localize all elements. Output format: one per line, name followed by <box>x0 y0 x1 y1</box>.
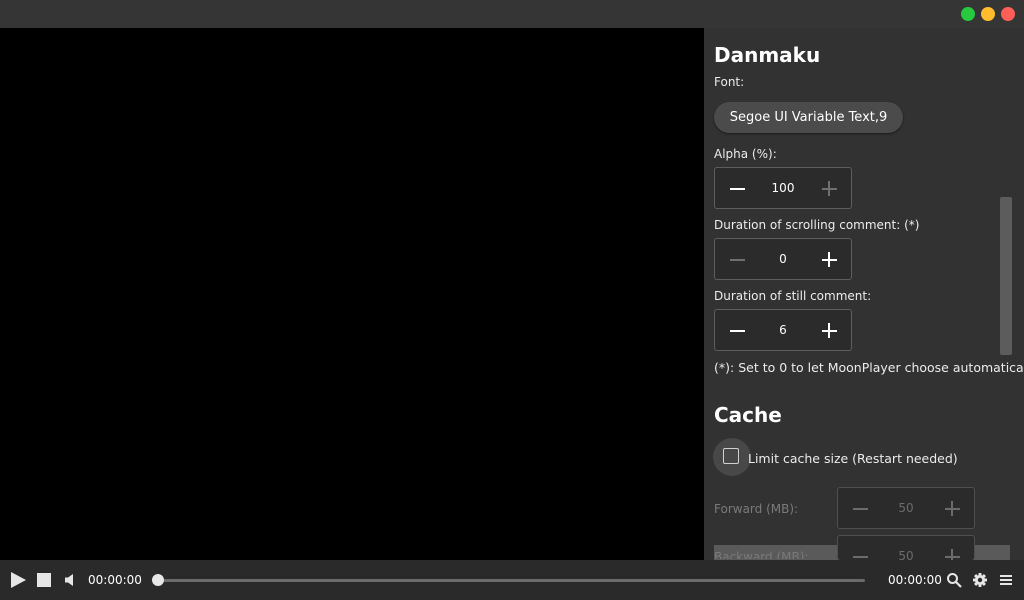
still-increase-button[interactable] <box>809 310 849 350</box>
alpha-increase-button[interactable] <box>809 168 849 208</box>
forward-increase-button[interactable] <box>932 488 972 528</box>
scrolling-duration-spinbox: 0 <box>714 238 852 280</box>
current-time: 00:00:00 <box>88 573 142 587</box>
minimize-button[interactable] <box>981 7 995 21</box>
font-select-button[interactable]: Segoe UI Variable Text,9 <box>714 102 903 133</box>
alpha-decrease-button[interactable] <box>717 168 757 208</box>
forward-cache-value[interactable]: 50 <box>878 488 934 528</box>
stop-icon[interactable] <box>37 573 51 587</box>
forward-cache-spinbox: 50 <box>837 487 975 529</box>
gear-icon[interactable] <box>972 572 988 588</box>
alpha-label: Alpha (%): <box>714 147 777 161</box>
still-duration-spinbox: 6 <box>714 309 852 351</box>
volume-icon[interactable] <box>64 573 76 587</box>
settings-scrollbar[interactable] <box>1000 197 1012 355</box>
close-button[interactable] <box>1001 7 1015 21</box>
backward-decrease-button[interactable] <box>840 536 880 560</box>
maximize-button[interactable] <box>961 7 975 21</box>
still-duration-value[interactable]: 6 <box>755 310 811 350</box>
font-label: Font: <box>714 75 745 89</box>
forward-cache-label: Forward (MB): <box>714 502 799 516</box>
seek-bar[interactable] <box>157 579 865 582</box>
alpha-value[interactable]: 100 <box>755 168 811 208</box>
window-controls <box>961 7 1015 21</box>
total-time: 00:00:00 <box>888 573 942 587</box>
still-duration-label: Duration of still comment: <box>714 289 872 303</box>
search-icon[interactable] <box>946 572 962 588</box>
backward-cache-spinbox: 50 <box>837 535 975 560</box>
backward-cache-value[interactable]: 50 <box>878 536 934 560</box>
scrolling-duration-value[interactable]: 0 <box>755 239 811 279</box>
scrolling-increase-button[interactable] <box>809 239 849 279</box>
backward-increase-button[interactable] <box>932 536 972 560</box>
cache-heading: Cache <box>714 403 782 427</box>
danmaku-heading: Danmaku <box>714 43 821 67</box>
alpha-spinbox: 100 <box>714 167 852 209</box>
limit-cache-label[interactable]: Limit cache size (Restart needed) <box>748 451 958 466</box>
forward-decrease-button[interactable] <box>840 488 880 528</box>
title-bar <box>0 0 1024 28</box>
scrolling-duration-label: Duration of scrolling comment: (*) <box>714 218 920 232</box>
still-decrease-button[interactable] <box>717 310 757 350</box>
menu-icon[interactable] <box>998 572 1014 588</box>
play-icon[interactable] <box>11 572 26 588</box>
limit-cache-checkbox[interactable] <box>723 448 739 464</box>
scrolling-decrease-button[interactable] <box>717 239 757 279</box>
seek-handle[interactable] <box>152 574 164 586</box>
auto-duration-note: (*): Set to 0 to let MoonPlayer choose a… <box>714 360 1024 375</box>
video-area[interactable] <box>0 28 704 560</box>
